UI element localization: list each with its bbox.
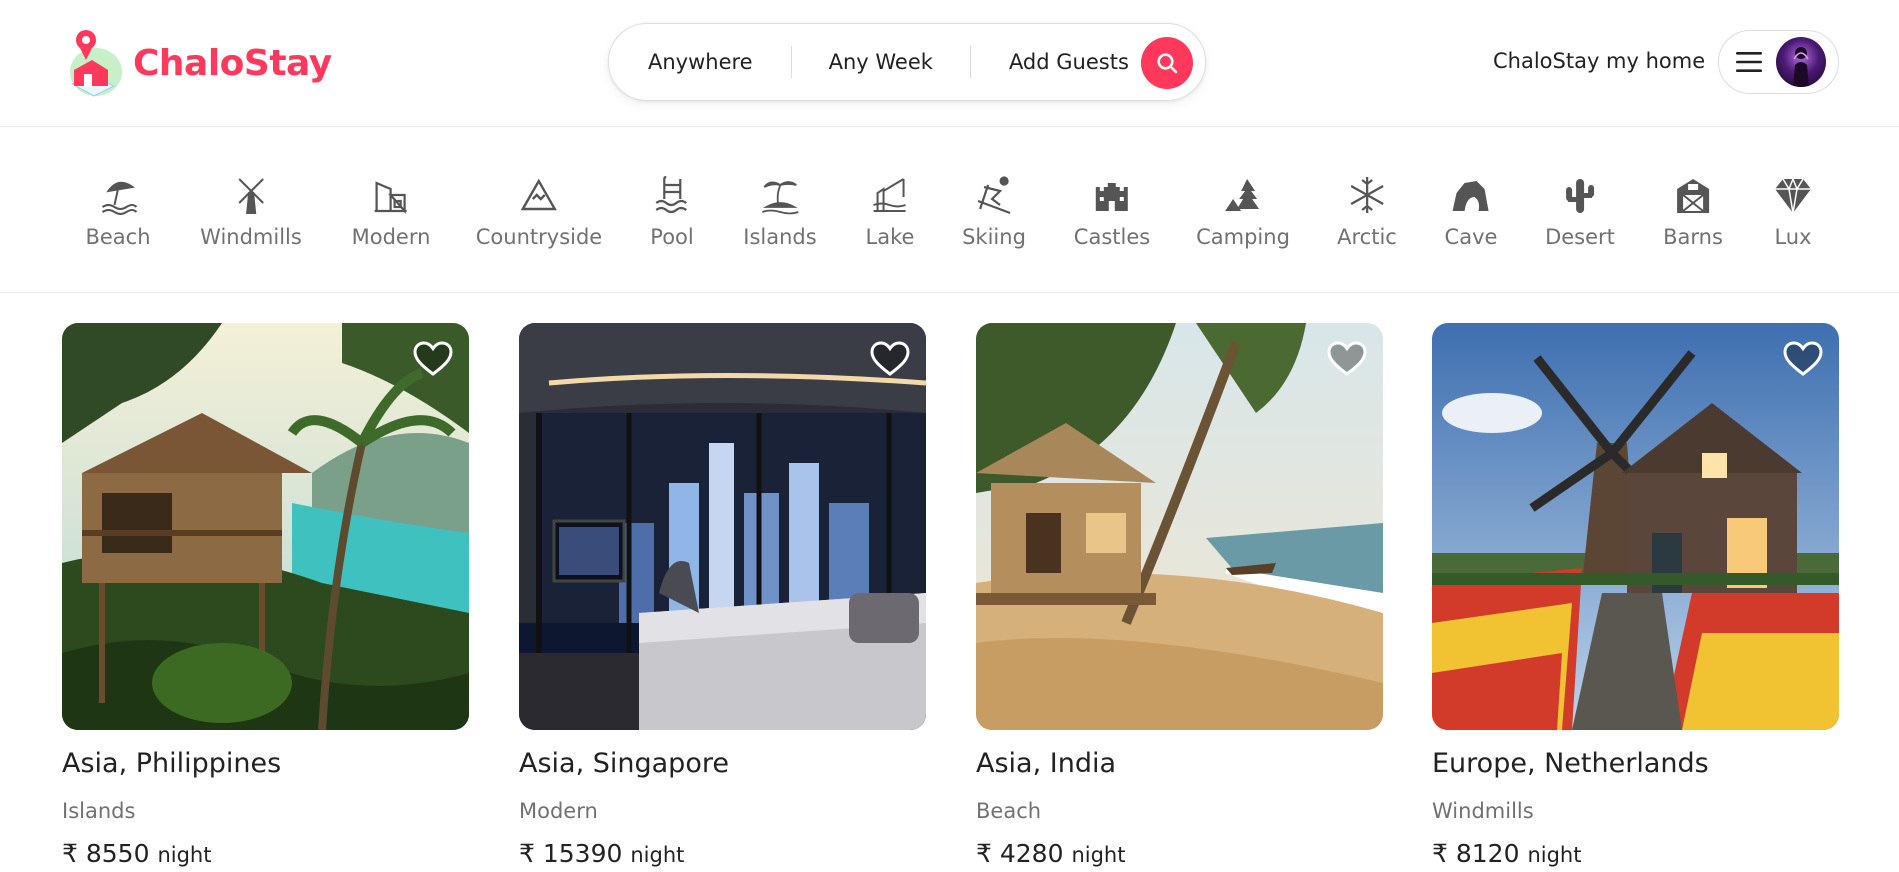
barn-icon <box>1676 179 1709 213</box>
category-castles[interactable]: Castles <box>1074 175 1150 249</box>
search-divider <box>790 46 792 78</box>
beach-hut-photo <box>976 323 1383 730</box>
category-label: Arctic <box>1337 225 1397 249</box>
listing-card[interactable]: Asia, Singapore Modern ₹ 15390 night <box>519 323 926 868</box>
category-modern[interactable]: Modern <box>351 175 431 249</box>
category-beach[interactable]: Beach <box>85 175 151 249</box>
listing-photo[interactable] <box>519 323 926 730</box>
modern-building-icon <box>374 181 407 214</box>
listing-location: Europe, Netherlands <box>1432 748 1709 779</box>
category-label: Lux <box>1774 225 1812 249</box>
listing-price-unit: night <box>1527 843 1582 867</box>
category-countryside[interactable]: Countryside <box>476 175 602 249</box>
search-where[interactable]: Anywhere <box>648 50 753 74</box>
listing-card[interactable]: Asia, Philippines Islands ₹ 8550 night <box>62 323 469 868</box>
windmill-photo <box>1432 323 1839 730</box>
listing-price: ₹ 15390 <box>519 839 623 868</box>
listing-photo[interactable] <box>1432 323 1839 730</box>
category-label: Skiing <box>962 225 1026 249</box>
castle-icon <box>1096 183 1128 211</box>
skier-icon <box>977 176 1011 215</box>
category-label: Countryside <box>475 225 603 249</box>
top-header: ChaloStay Anywhere Any Week Add Guests C… <box>0 0 1899 127</box>
listing-price: ₹ 8550 <box>62 839 150 868</box>
palm-island-icon <box>761 181 799 215</box>
listing-price-line: ₹ 15390 night <box>519 839 926 868</box>
city-bedroom-photo <box>519 323 926 730</box>
category-label: Islands <box>743 225 817 249</box>
favorite-heart-icon[interactable] <box>1327 341 1367 377</box>
favorite-heart-icon[interactable] <box>1783 341 1823 377</box>
treehouse-photo <box>62 323 469 730</box>
category-label: Pool <box>650 225 694 249</box>
category-islands[interactable]: Islands <box>743 175 817 249</box>
avatar <box>1776 37 1826 87</box>
category-pool[interactable]: Pool <box>650 175 694 249</box>
brand-logo[interactable]: ChaloStay <box>62 26 332 100</box>
search-when[interactable]: Any Week <box>829 50 933 74</box>
listing-category: Beach <box>976 799 1042 823</box>
tent-icon <box>1224 179 1259 211</box>
listing-price-unit: night <box>630 843 685 867</box>
listing-category: Modern <box>519 799 598 823</box>
category-label: Castles <box>1073 225 1151 249</box>
listing-photo[interactable] <box>62 323 469 730</box>
listing-price-line: ₹ 8120 night <box>1432 839 1839 868</box>
category-desert[interactable]: Desert <box>1545 175 1615 249</box>
listing-card[interactable]: Asia, India Beach ₹ 4280 night <box>976 323 1383 868</box>
category-label: Desert <box>1545 225 1615 249</box>
listing-price-unit: night <box>1071 843 1126 867</box>
category-label: Camping <box>1196 225 1290 249</box>
favorite-heart-icon[interactable] <box>870 341 910 377</box>
listing-category: Windmills <box>1432 799 1534 823</box>
windmill-icon <box>238 178 264 214</box>
host-home-link[interactable]: ChaloStay my home <box>1493 49 1705 73</box>
avatar-figure-icon <box>1793 47 1809 87</box>
listing-price-unit: night <box>157 843 212 867</box>
hamburger-menu-icon <box>1736 52 1762 72</box>
snowflake-icon <box>1350 177 1384 213</box>
logo-icon <box>70 30 122 97</box>
pool-ladder-icon <box>655 175 687 214</box>
listing-location: Asia, India <box>976 748 1117 779</box>
listing-price: ₹ 8120 <box>1432 839 1520 868</box>
category-lake[interactable]: Lake <box>865 175 915 249</box>
category-label: Cave <box>1444 225 1498 249</box>
diamond-icon <box>1775 176 1811 214</box>
cave-icon <box>1452 181 1489 211</box>
listing-location: Asia, Singapore <box>519 748 729 779</box>
listing-price-line: ₹ 8550 night <box>62 839 469 868</box>
listing-price: ₹ 4280 <box>976 839 1064 868</box>
listing-card[interactable]: Europe, Netherlands Windmills ₹ 8120 nig… <box>1432 323 1839 868</box>
category-label: Barns <box>1663 225 1723 249</box>
listing-photo[interactable] <box>976 323 1383 730</box>
mountain-icon <box>520 178 558 211</box>
category-cave[interactable]: Cave <box>1444 175 1498 249</box>
favorite-heart-icon[interactable] <box>413 341 453 377</box>
category-label: Modern <box>351 225 431 249</box>
category-label: Windmills <box>200 225 302 249</box>
search-bar[interactable]: Anywhere Any Week Add Guests <box>608 23 1206 101</box>
user-menu-button[interactable] <box>1718 30 1839 94</box>
category-windmills[interactable]: Windmills <box>200 175 302 249</box>
category-arctic[interactable]: Arctic <box>1337 175 1397 249</box>
fishing-lake-icon <box>873 178 907 212</box>
category-bar: Beach Windmills Modern Countryside Pool <box>0 127 1899 293</box>
cactus-icon <box>1565 179 1594 213</box>
category-label: Beach <box>85 225 151 249</box>
search-icon <box>1157 53 1178 74</box>
search-guests[interactable]: Add Guests <box>1009 50 1129 74</box>
category-skiing[interactable]: Skiing <box>962 175 1026 249</box>
beach-umbrella-icon <box>101 181 137 215</box>
listing-category: Islands <box>62 799 136 823</box>
search-divider <box>969 46 971 78</box>
listing-price-line: ₹ 4280 night <box>976 839 1383 868</box>
listing-location: Asia, Philippines <box>62 748 282 779</box>
category-label: Lake <box>865 225 915 249</box>
search-button[interactable] <box>1141 37 1193 89</box>
category-lux[interactable]: Lux <box>1773 175 1813 249</box>
brand-name: ChaloStay <box>133 42 332 84</box>
category-camping[interactable]: Camping <box>1196 175 1290 249</box>
category-barns[interactable]: Barns <box>1663 175 1723 249</box>
